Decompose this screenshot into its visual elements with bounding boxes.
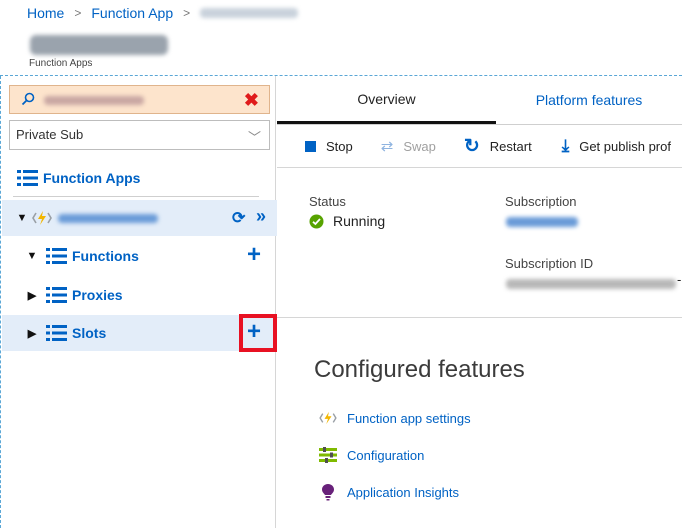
tab-platform-features[interactable]: Platform features bbox=[496, 76, 682, 124]
swap-button[interactable]: ⇄ Swap bbox=[381, 137, 436, 155]
tree-item-label: Function Apps bbox=[43, 170, 141, 186]
tree-item-slots[interactable]: ▶ Slots bbox=[2, 315, 277, 351]
search-input[interactable]: ✖ bbox=[9, 85, 270, 114]
function-app-name-redacted bbox=[58, 213, 158, 223]
list-icon bbox=[46, 248, 67, 264]
function-app-icon bbox=[32, 211, 52, 225]
list-icon bbox=[46, 287, 67, 303]
breadcrumb-app-name-redacted[interactable] bbox=[200, 8, 299, 18]
resource-title-redacted bbox=[30, 35, 168, 55]
subscription-link-redacted[interactable] bbox=[506, 217, 578, 227]
expand-right-icon[interactable]: » bbox=[256, 206, 266, 227]
search-text-redacted bbox=[44, 96, 144, 105]
feature-label: Function app settings bbox=[347, 410, 471, 426]
check-circle-icon bbox=[309, 214, 324, 228]
breadcrumb-separator: > bbox=[183, 6, 191, 20]
tree-item-label: Proxies bbox=[72, 287, 123, 303]
get-publish-profile-button[interactable]: ⤓ Get publish prof bbox=[562, 136, 671, 156]
overview-panel: Overview Platform features Stop ⇄ Swap ↻… bbox=[277, 76, 682, 528]
feature-application-insights[interactable]: Application Insights bbox=[319, 483, 459, 501]
subscription-id-label: Subscription ID bbox=[505, 256, 594, 271]
subscription-select[interactable]: Private Sub ﹀ bbox=[9, 120, 270, 150]
subscription-select-value: Private Sub bbox=[16, 127, 84, 142]
tree-item-function-apps[interactable]: Function Apps bbox=[2, 160, 277, 196]
restart-icon: ↻ bbox=[463, 135, 480, 157]
add-function-icon[interactable]: + bbox=[247, 243, 261, 267]
subscription-label: Subscription bbox=[505, 194, 577, 209]
tree-item-proxies[interactable]: ▶ Proxies bbox=[2, 277, 277, 313]
tree-item-function-app-node[interactable]: ▼ ⟳ » bbox=[2, 200, 277, 236]
lightbulb-icon bbox=[319, 483, 337, 501]
highlight-annotation-box bbox=[239, 314, 277, 352]
tree-item-label: Slots bbox=[72, 325, 107, 341]
tree-item-functions[interactable]: ▼ Functions bbox=[2, 238, 277, 274]
restart-button[interactable]: ↻ Restart bbox=[464, 135, 532, 158]
download-icon: ⤓ bbox=[561, 136, 570, 155]
configured-features-title: Configured features bbox=[314, 356, 525, 383]
restart-label: Restart bbox=[489, 138, 532, 154]
resource-tree-panel: ✖ Private Sub ﹀ Function Apps ▼ ⟳ » ▼ Fu… bbox=[0, 76, 277, 528]
tabs-divider bbox=[277, 124, 682, 125]
stop-icon bbox=[305, 140, 316, 152]
resource-subtitle: Function Apps bbox=[29, 58, 93, 69]
essentials-divider bbox=[277, 317, 682, 318]
swap-icon: ⇄ bbox=[380, 138, 394, 155]
breadcrumb-function-app[interactable]: Function App bbox=[91, 5, 173, 21]
list-icon bbox=[17, 170, 38, 186]
status-value: Running bbox=[309, 213, 385, 229]
function-app-settings-icon bbox=[319, 409, 337, 427]
status-text: Running bbox=[333, 213, 386, 229]
stop-button[interactable]: Stop bbox=[305, 139, 353, 154]
subscription-id-dash: - bbox=[677, 272, 682, 287]
feature-function-app-settings[interactable]: Function app settings bbox=[319, 409, 471, 427]
feature-label: Application Insights bbox=[347, 484, 460, 500]
breadcrumb-home[interactable]: Home bbox=[27, 5, 64, 21]
subscription-id-redacted bbox=[506, 279, 676, 289]
publish-label: Get publish prof bbox=[579, 138, 671, 154]
swap-label: Swap bbox=[403, 138, 436, 154]
caret-right-icon[interactable]: ▶ bbox=[26, 289, 38, 302]
breadcrumb: Home > Function App > bbox=[0, 0, 682, 26]
tree-divider bbox=[13, 196, 259, 197]
toolbar-divider bbox=[277, 167, 682, 168]
breadcrumb-separator: > bbox=[74, 6, 82, 20]
command-bar: Stop ⇄ Swap ↻ Restart ⤓ Get publish prof bbox=[277, 126, 682, 166]
search-icon bbox=[21, 92, 35, 106]
status-label: Status bbox=[309, 194, 346, 209]
caret-down-icon[interactable]: ▼ bbox=[26, 250, 38, 262]
tab-overview[interactable]: Overview bbox=[277, 76, 496, 124]
feature-configuration[interactable]: Configuration bbox=[319, 446, 424, 464]
refresh-icon[interactable]: ⟳ bbox=[232, 208, 245, 228]
tree-item-label: Functions bbox=[72, 248, 139, 264]
stop-label: Stop bbox=[326, 138, 353, 154]
caret-down-icon[interactable]: ▼ bbox=[16, 212, 28, 224]
list-icon bbox=[46, 325, 67, 341]
clear-search-icon[interactable]: ✖ bbox=[244, 90, 259, 111]
feature-label: Configuration bbox=[347, 447, 425, 463]
configuration-icon bbox=[319, 446, 337, 464]
caret-right-icon[interactable]: ▶ bbox=[26, 327, 38, 340]
chevron-down-icon: ﹀ bbox=[247, 130, 261, 145]
